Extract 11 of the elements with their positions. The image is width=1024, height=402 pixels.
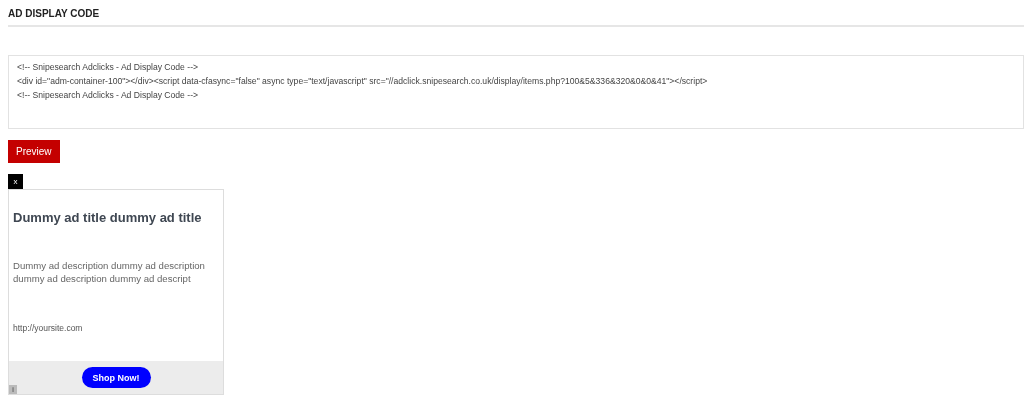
code-line: <!-- Snipesearch Adclicks - Ad Display Code --> <box>17 61 200 74</box>
code-textarea[interactable] <box>8 55 1024 129</box>
ad-description: Dummy ad description dummy ad description dummy ad description dummy ad descript <box>13 259 206 285</box>
shop-now-button[interactable]: Shop Now! <box>81 367 151 388</box>
close-button[interactable]: x <box>8 174 23 189</box>
section-title: AD DISPLAY CODE <box>8 8 101 19</box>
code-line: <div id="adm-container-100"></div><script data-cfasync="false" async type="text/javascript" src="//adclick.snipesearch.co.uk/display/items.php?100&5&336&320&0&0&41"></script> <box>17 75 709 88</box>
ad-title: Dummy ad title dummy ad title <box>13 210 203 225</box>
code-line: <!-- Snipesearch Adclicks - Ad Display Code --> <box>17 89 200 102</box>
preview-button[interactable]: Preview <box>8 140 60 163</box>
ad-url: http://yoursite.com <box>13 323 84 333</box>
